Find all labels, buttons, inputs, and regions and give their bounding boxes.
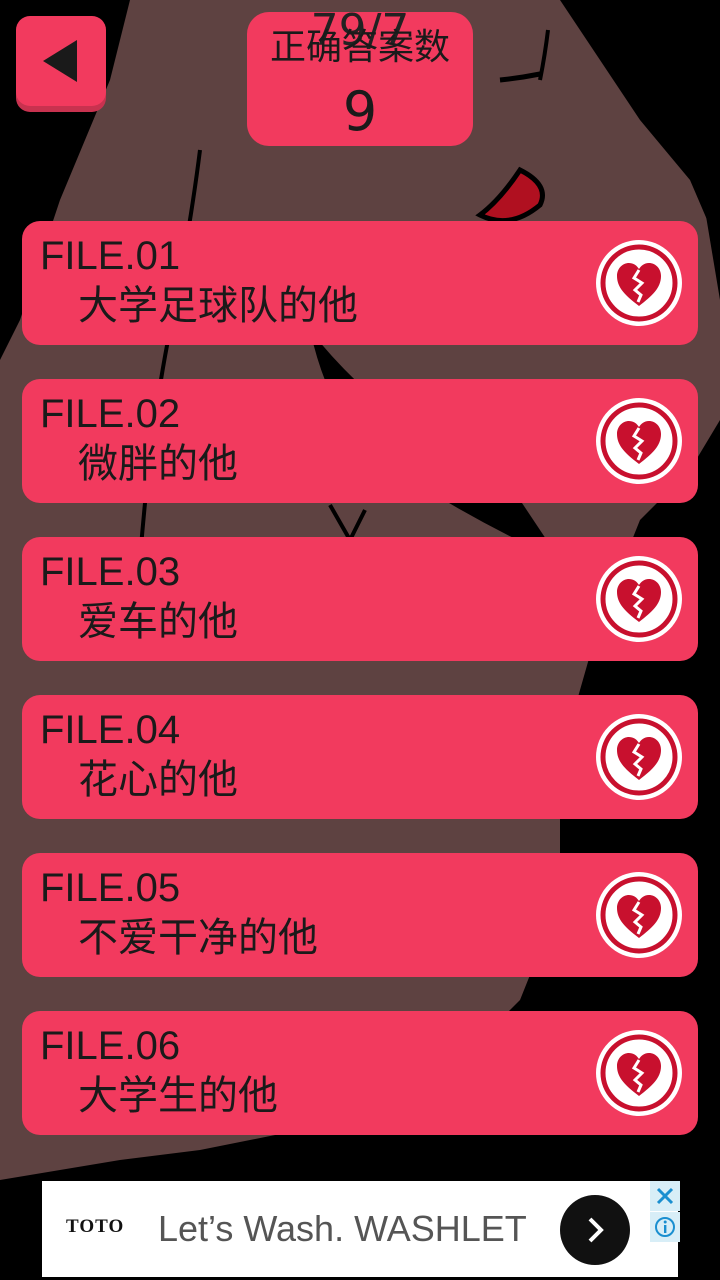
- broken-heart-badge: [596, 398, 682, 484]
- file-title: 不爱干净的他: [78, 915, 318, 961]
- file-item-01[interactable]: FILE.01 大学足球队的他: [22, 221, 698, 345]
- screen: 79/7 正确答案数 9 FILE.01 大学足球队的他 FILE.02 微胖的…: [0, 0, 720, 1280]
- broken-heart-badge: [596, 1030, 682, 1116]
- broken-heart-badge: [596, 556, 682, 642]
- ad-headline: Let’s Wash. WASHLET: [158, 1208, 527, 1249]
- ad-go-button[interactable]: [560, 1195, 630, 1265]
- ad-info-button[interactable]: [650, 1212, 680, 1242]
- back-button[interactable]: [16, 16, 106, 106]
- file-title: 微胖的他: [78, 441, 238, 487]
- back-triangle-icon: [43, 40, 77, 82]
- broken-heart-icon: [600, 718, 678, 796]
- file-title: 花心的他: [78, 757, 238, 803]
- file-code: FILE.05: [40, 866, 181, 910]
- ad-close-button[interactable]: [650, 1181, 680, 1211]
- broken-heart-icon: [600, 560, 678, 638]
- broken-heart-icon: [600, 402, 678, 480]
- file-title: 大学足球队的他: [78, 283, 358, 329]
- broken-heart-badge: [596, 714, 682, 800]
- info-icon: [655, 1217, 675, 1237]
- ad-banner[interactable]: TOTO Let’s Wash. WASHLET: [42, 1181, 678, 1277]
- file-code: FILE.06: [40, 1024, 181, 1068]
- file-item-04[interactable]: FILE.04 花心的他: [22, 695, 698, 819]
- file-code: FILE.03: [40, 550, 181, 594]
- file-code: FILE.01: [40, 234, 181, 278]
- file-title: 大学生的他: [78, 1073, 278, 1119]
- broken-heart-icon: [600, 1034, 678, 1112]
- broken-heart-icon: [600, 876, 678, 954]
- close-icon: [656, 1187, 674, 1205]
- file-list: FILE.01 大学足球队的他 FILE.02 微胖的他 FILE.03 爱车的…: [22, 221, 698, 1169]
- score-panel: 79/7 正确答案数 9: [247, 12, 473, 146]
- file-code: FILE.02: [40, 392, 181, 436]
- ad-brand-logo: TOTO: [66, 1216, 125, 1237]
- file-title: 爱车的他: [78, 599, 238, 645]
- correct-answers-label: 正确答案数: [269, 27, 450, 68]
- file-item-05[interactable]: FILE.05 不爱干净的他: [22, 853, 698, 977]
- broken-heart-badge: [596, 240, 682, 326]
- chevron-right-icon: [588, 1217, 604, 1243]
- correct-answers-count: 9: [342, 80, 378, 143]
- broken-heart-icon: [600, 244, 678, 322]
- file-item-06[interactable]: FILE.06 大学生的他: [22, 1011, 698, 1135]
- file-item-02[interactable]: FILE.02 微胖的他: [22, 379, 698, 503]
- file-item-03[interactable]: FILE.03 爱车的他: [22, 537, 698, 661]
- file-code: FILE.04: [40, 708, 181, 752]
- broken-heart-badge: [596, 872, 682, 958]
